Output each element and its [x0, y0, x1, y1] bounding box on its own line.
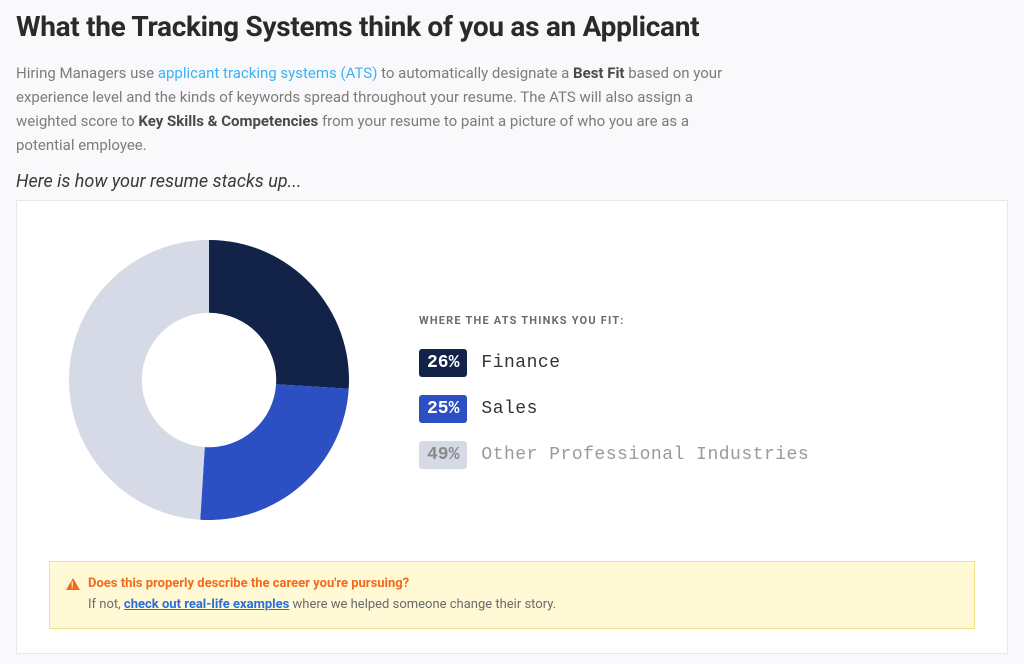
- legend-item: 26% Finance: [419, 349, 965, 377]
- legend-percent: 49%: [419, 441, 467, 469]
- alert-sub: If not, check out real-life examples whe…: [88, 595, 958, 616]
- examples-link[interactable]: check out real-life examples: [124, 597, 289, 612]
- donut-slice: [209, 240, 349, 389]
- alert-question: Does this properly describe the career y…: [66, 574, 958, 595]
- legend-label: Other Professional Industries: [481, 445, 809, 465]
- intro-bold-bestfit: Best Fit: [573, 64, 624, 82]
- donut-slice: [69, 240, 209, 520]
- subhead: Here is how your resume stacks up...: [16, 171, 1008, 192]
- legend-label: Sales: [481, 399, 538, 419]
- legend-item: 25% Sales: [419, 395, 965, 423]
- alert-box: Does this properly describe the career y…: [49, 561, 975, 629]
- alert-question-text: Does this properly describe the career y…: [88, 574, 409, 595]
- donut-chart: [59, 225, 359, 535]
- legend-label: Finance: [481, 353, 560, 373]
- alert-sub-suffix: where we helped someone change their sto…: [289, 597, 556, 612]
- intro-text: to automatically designate a: [377, 64, 573, 82]
- legend-item: 49% Other Professional Industries: [419, 441, 965, 469]
- warning-icon: [66, 578, 80, 590]
- legend-percent: 26%: [419, 349, 467, 377]
- intro-bold-keyskills: Key Skills & Competencies: [138, 112, 318, 130]
- alert-sub-prefix: If not,: [88, 597, 124, 612]
- legend: WHERE THE ATS THINKS YOU FIT: 26% Finance…: [419, 274, 965, 487]
- ats-link[interactable]: applicant tracking systems (ATS): [158, 64, 378, 82]
- page-title: What the Tracking Systems think of you a…: [16, 10, 1008, 43]
- legend-percent: 25%: [419, 395, 467, 423]
- results-card: WHERE THE ATS THINKS YOU FIT: 26% Finance…: [16, 200, 1008, 654]
- intro-paragraph: Hiring Managers use applicant tracking s…: [16, 61, 736, 157]
- intro-text: Hiring Managers use: [16, 64, 158, 82]
- chart-row: WHERE THE ATS THINKS YOU FIT: 26% Finance…: [49, 225, 975, 535]
- legend-title: WHERE THE ATS THINKS YOU FIT:: [419, 314, 965, 327]
- donut-slice: [200, 384, 349, 520]
